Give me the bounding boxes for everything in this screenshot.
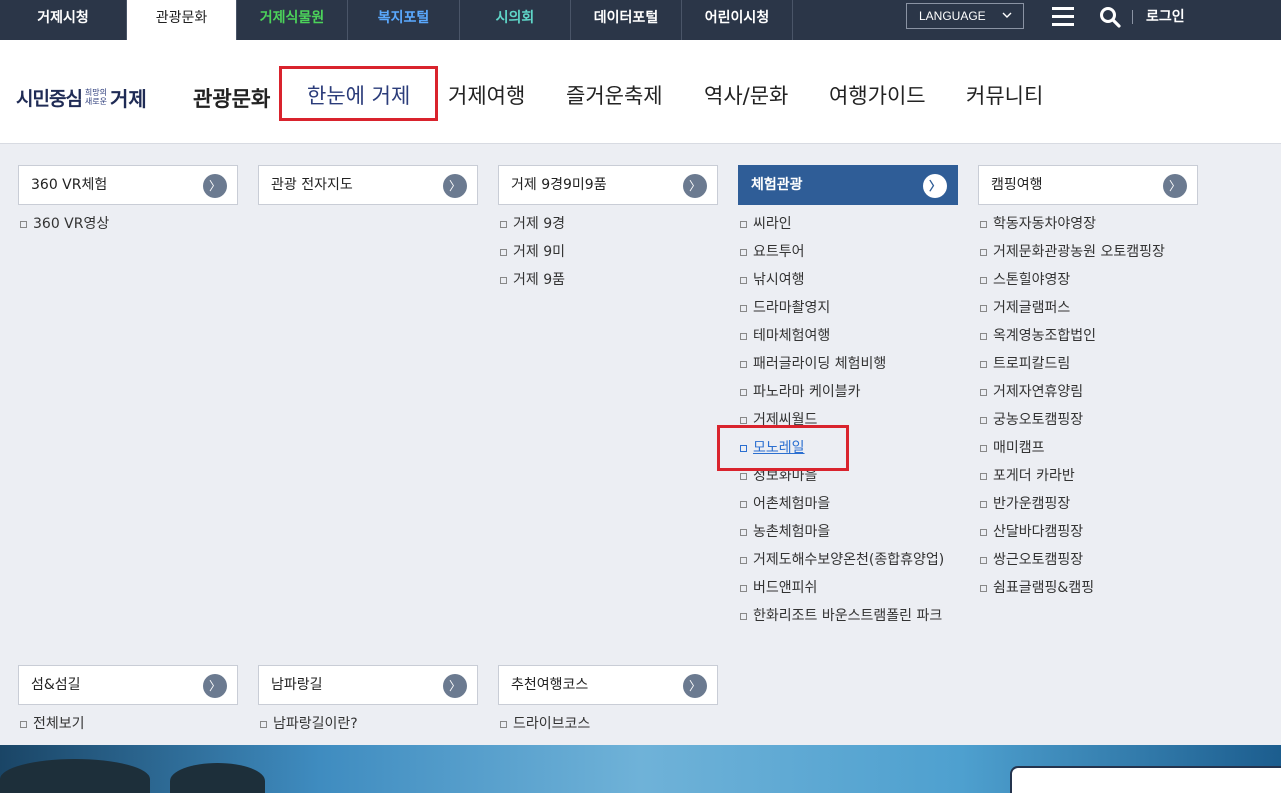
- tab-data-portal[interactable]: 데이터포털: [571, 0, 682, 40]
- submenu-item[interactable]: 어촌체험마을: [738, 494, 830, 514]
- tab-botanical-garden[interactable]: 거제식물원: [237, 0, 348, 40]
- submenu-item[interactable]: 씨라인: [738, 214, 792, 234]
- top-bar: 거제시청 관광문화 거제식물원 복지포털 시의회 데이터포털 어린이시청 LAN…: [0, 0, 1281, 40]
- chevron-right-icon: 〉: [1163, 174, 1187, 198]
- submenu-item[interactable]: 드라이브코스: [498, 714, 590, 734]
- login-link[interactable]: 로그인: [1146, 6, 1185, 26]
- section-title[interactable]: 관광문화: [193, 83, 270, 113]
- submenu-item[interactable]: 거제문화관광농원 오토캠핑장: [978, 242, 1165, 262]
- gnb-glance-geoje[interactable]: 한눈에 거제: [307, 80, 410, 110]
- hamburger-menu-icon[interactable]: [1052, 7, 1074, 27]
- menu-southcoast-trail[interactable]: 남파랑길 〉: [258, 665, 478, 705]
- site-header: 시민중심 희망의 새로운 거제 관광문화 한눈에 거제 거제여행 즐거운축제 역사…: [0, 40, 1281, 144]
- menu-9-scenes[interactable]: 거제 9경9미9품 〉: [498, 165, 718, 205]
- submenu-item[interactable]: 거제 9미: [498, 242, 565, 262]
- menu-title: 관광 전자지도: [271, 177, 353, 193]
- menu-title: 캠핑여행: [991, 177, 1043, 193]
- menu-camping[interactable]: 캠핑여행 〉: [978, 165, 1198, 205]
- logo-text: 시민중심: [16, 87, 83, 110]
- banner-card: [1010, 766, 1281, 793]
- menu-360-vr[interactable]: 360 VR체험 〉: [18, 165, 238, 205]
- submenu-item[interactable]: 드라마촬영지: [738, 298, 830, 318]
- submenu-item[interactable]: 거제자연휴양림: [978, 382, 1083, 402]
- rock-shape: [170, 763, 265, 793]
- submenu-item[interactable]: 농촌체험마을: [738, 522, 830, 542]
- logo-subtext-1: 희망의: [84, 88, 108, 97]
- language-select[interactable]: LANGUAGE: [906, 3, 1024, 29]
- logo-subtext-2: 새로운: [84, 97, 108, 106]
- submenu-item[interactable]: 거제 9품: [498, 270, 565, 290]
- tab-welfare-portal[interactable]: 복지포털: [348, 0, 460, 40]
- submenu-item[interactable]: 파노라마 케이블카: [738, 382, 861, 402]
- submenu-item[interactable]: 낚시여행: [738, 270, 805, 290]
- submenu-item[interactable]: 테마체험여행: [738, 326, 830, 346]
- submenu-item[interactable]: 산달바다캠핑장: [978, 522, 1083, 542]
- chevron-right-icon: 〉: [923, 174, 947, 198]
- submenu-item[interactable]: 스톤힐야영장: [978, 270, 1070, 290]
- submenu-item[interactable]: 쌍근오토캠핑장: [978, 550, 1083, 570]
- submenu-item[interactable]: 거제글램퍼스: [978, 298, 1070, 318]
- chevron-right-icon: 〉: [443, 174, 467, 198]
- menu-title: 360 VR체험: [31, 177, 108, 193]
- submenu-item[interactable]: 학동자동차야영장: [978, 214, 1096, 234]
- logo-city: 거제: [110, 86, 147, 111]
- menu-recommended-course[interactable]: 추천여행코스 〉: [498, 665, 718, 705]
- gnb-history-culture[interactable]: 역사/문화: [704, 80, 788, 110]
- chevron-right-icon: 〉: [683, 174, 707, 198]
- gnb-festivals[interactable]: 즐거운축제: [566, 80, 663, 110]
- submenu-item[interactable]: 포게더 카라반: [978, 466, 1075, 486]
- submenu-item[interactable]: 정보화마을: [738, 466, 817, 486]
- tab-city-hall[interactable]: 거제시청: [0, 0, 127, 40]
- search-icon[interactable]: [1099, 6, 1121, 28]
- logo-subtext: 희망의 새로운: [85, 88, 107, 106]
- chevron-right-icon: 〉: [683, 674, 707, 698]
- submenu-item[interactable]: 쉼표글램핑&캠핑: [978, 578, 1094, 598]
- menu-title: 섬&섬길: [31, 677, 81, 693]
- menu-title: 체험관광: [751, 177, 803, 193]
- submenu-item[interactable]: 옥계영농조합법인: [978, 326, 1096, 346]
- gnb-geoje-travel[interactable]: 거제여행: [448, 80, 525, 110]
- submenu-item[interactable]: 거제 9경: [498, 214, 565, 234]
- divider: [1132, 10, 1133, 24]
- chevron-right-icon: 〉: [203, 174, 227, 198]
- submenu-item[interactable]: 360 VR영상: [18, 214, 109, 234]
- submenu-item[interactable]: 요트투어: [738, 242, 805, 262]
- submenu-item[interactable]: 매미캠프: [978, 438, 1045, 458]
- menu-tour-map[interactable]: 관광 전자지도 〉: [258, 165, 478, 205]
- submenu-item[interactable]: 버드앤피쉬: [738, 578, 817, 598]
- submenu-item[interactable]: 거제도해수보양온천(종합휴양업): [738, 550, 944, 570]
- menu-islands[interactable]: 섬&섬길 〉: [18, 665, 238, 705]
- submenu-item[interactable]: 패러글라이딩 체험비행: [738, 354, 886, 374]
- rock-shape: [0, 759, 150, 793]
- submenu-item[interactable]: 전체보기: [18, 714, 85, 734]
- menu-title: 추천여행코스: [511, 677, 589, 693]
- submenu-item[interactable]: 거제씨월드: [738, 410, 817, 430]
- submenu-item[interactable]: 궁농오토캠핑장: [978, 410, 1083, 430]
- submenu-item[interactable]: 반가운캠핑장: [978, 494, 1070, 514]
- gnb-community[interactable]: 커뮤니티: [966, 80, 1043, 110]
- chevron-down-icon: [1001, 4, 1013, 37]
- menu-title: 남파랑길: [271, 677, 323, 693]
- chevron-right-icon: 〉: [203, 674, 227, 698]
- language-label: LANGUAGE: [919, 9, 986, 23]
- gnb-travel-guide[interactable]: 여행가이드: [829, 80, 926, 110]
- menu-experience-tour[interactable]: 체험관광 〉: [738, 165, 958, 205]
- submenu-item-monorail[interactable]: 모노레일: [738, 438, 805, 458]
- menu-title: 거제 9경9미9품: [511, 177, 607, 193]
- tab-tourism-culture[interactable]: 관광문화: [127, 0, 237, 40]
- submenu-item[interactable]: 트로피칼드림: [978, 354, 1070, 374]
- chevron-right-icon: 〉: [443, 674, 467, 698]
- tab-kids-city-hall[interactable]: 어린이시청: [682, 0, 793, 40]
- site-logo[interactable]: 시민중심 희망의 새로운 거제: [16, 82, 147, 112]
- tab-city-council[interactable]: 시의회: [460, 0, 571, 40]
- submenu-item[interactable]: 남파랑길이란?: [258, 714, 358, 734]
- submenu-item[interactable]: 한화리조트 바운스트램폴린 파크: [738, 606, 942, 626]
